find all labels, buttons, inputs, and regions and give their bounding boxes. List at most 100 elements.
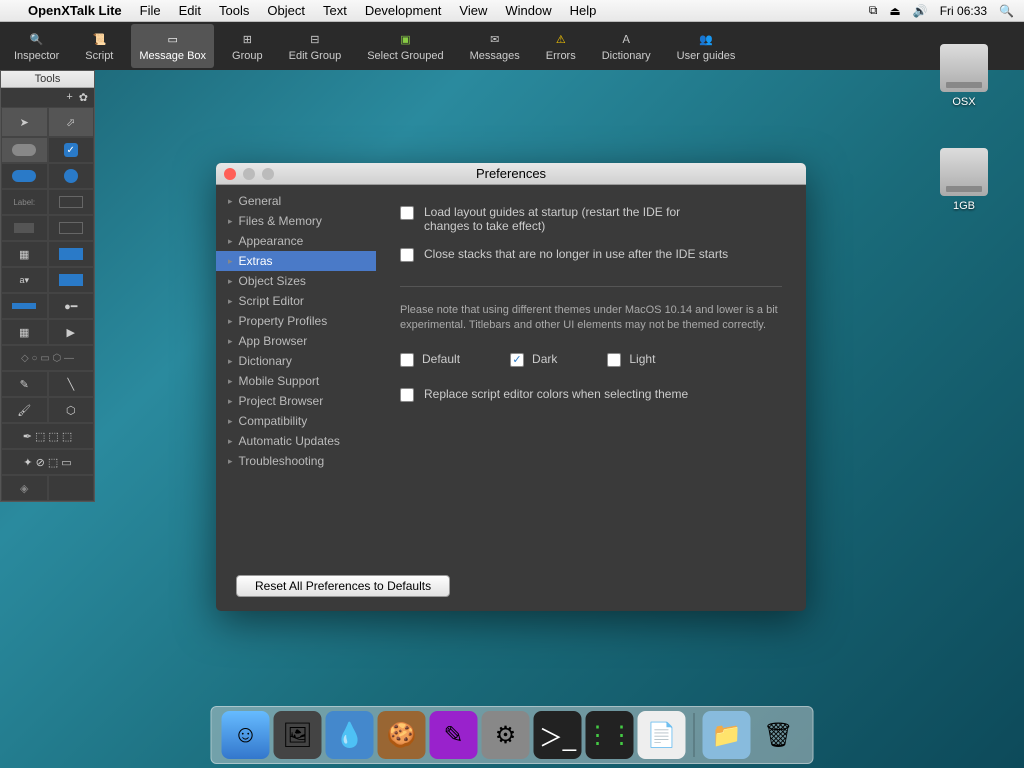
toolbar-message-box[interactable]: ▭Message Box: [131, 24, 214, 68]
sidebar-item-app-browser[interactable]: App Browser: [216, 331, 376, 351]
dock-terminal[interactable]: ＞_: [534, 711, 582, 759]
toolbar-user-guides[interactable]: 👥User guides: [669, 24, 744, 68]
eject-icon[interactable]: ⏏: [889, 4, 900, 18]
sidebar-item-troubleshooting[interactable]: Troubleshooting: [216, 451, 376, 471]
sidebar-item-project-browser[interactable]: Project Browser: [216, 391, 376, 411]
dock: ☺ 🖼 💧 🍪 ✎ ⚙ ＞_ ⋮⋮ 📄 📁 🗑: [211, 706, 814, 764]
sidebar-item-property-profiles[interactable]: Property Profiles: [216, 311, 376, 331]
menu-file[interactable]: File: [140, 3, 161, 18]
tool-checkbox[interactable]: ✓: [48, 137, 95, 163]
tool-polygon[interactable]: ⬡: [48, 397, 95, 423]
zoom-button[interactable]: [262, 168, 274, 180]
sidebar-item-compatibility[interactable]: Compatibility: [216, 411, 376, 431]
volume-icon[interactable]: 🔊: [913, 4, 928, 18]
tool-button-gray[interactable]: [1, 137, 48, 163]
tool-pencil[interactable]: ✎: [1, 371, 48, 397]
toolbar-edit-group[interactable]: ⊟Edit Group: [281, 24, 350, 68]
dock-separator: [694, 713, 695, 757]
dock-activity[interactable]: ⋮⋮: [586, 711, 634, 759]
window-title: Preferences: [216, 166, 806, 181]
dock-trash[interactable]: 🗑: [755, 711, 803, 759]
toolbar-select-grouped[interactable]: ▣Select Grouped: [359, 24, 451, 68]
checkbox-close-stacks[interactable]: [400, 248, 414, 262]
toolbar-group[interactable]: ⊞Group: [224, 24, 271, 68]
tools-gear-icon[interactable]: ✿: [79, 91, 88, 104]
tool-run-pointer[interactable]: ➤: [1, 107, 48, 137]
tool-image[interactable]: ▦: [1, 319, 48, 345]
sidebar-item-automatic-updates[interactable]: Automatic Updates: [216, 431, 376, 451]
app-name[interactable]: OpenXTalk Lite: [28, 3, 122, 18]
toolbar-inspector[interactable]: 🔍Inspector: [6, 24, 67, 68]
tool-player[interactable]: ▶: [48, 319, 95, 345]
sidebar-item-extras[interactable]: Extras: [216, 251, 376, 271]
reset-preferences-button[interactable]: Reset All Preferences to Defaults: [236, 575, 450, 597]
dock-classic[interactable]: 💧: [326, 711, 374, 759]
tool-scrolling-field[interactable]: [48, 215, 95, 241]
dock-downloads[interactable]: 📁: [703, 711, 751, 759]
dock-photos[interactable]: 🖼: [274, 711, 322, 759]
menu-object[interactable]: Object: [267, 3, 305, 18]
tool-combobox[interactable]: a▾: [1, 267, 48, 293]
theme-note: Please note that using different themes …: [400, 286, 782, 334]
desktop-drive-1gb[interactable]: 1GB: [934, 148, 994, 212]
toolbar-messages[interactable]: ✉Messages: [462, 24, 528, 68]
sidebar-item-appearance[interactable]: Appearance: [216, 231, 376, 251]
preferences-sidebar: General Files & Memory Appearance Extras…: [216, 185, 376, 565]
menu-development[interactable]: Development: [365, 3, 442, 18]
toolbar-errors[interactable]: ⚠Errors: [538, 24, 584, 68]
tool-menu[interactable]: [48, 241, 95, 267]
spotlight-icon[interactable]: 🔍: [999, 4, 1014, 18]
toolbar-dictionary[interactable]: ＡDictionary: [594, 24, 659, 68]
tools-palette: Tools + ✿ ➤ ⬀ ✓ Label: ▦ a▾ ●━ ▦ ▶ ◇ ○ ▭ …: [0, 70, 95, 502]
tool-tabbed[interactable]: ▦: [1, 241, 48, 267]
tool-field[interactable]: [48, 189, 95, 215]
sidebar-item-general[interactable]: General: [216, 191, 376, 211]
menu-text[interactable]: Text: [323, 3, 347, 18]
sidebar-item-object-sizes[interactable]: Object Sizes: [216, 271, 376, 291]
menu-help[interactable]: Help: [570, 3, 597, 18]
checkbox-theme-default[interactable]: [400, 353, 414, 367]
bluetooth-icon[interactable]: ⧉: [869, 3, 878, 18]
menu-tools[interactable]: Tools: [219, 3, 249, 18]
sidebar-item-mobile-support[interactable]: Mobile Support: [216, 371, 376, 391]
preferences-titlebar[interactable]: Preferences: [216, 163, 806, 185]
menu-window[interactable]: Window: [505, 3, 551, 18]
menubar: OpenXTalk Lite File Edit Tools Object Te…: [0, 0, 1024, 22]
dock-cookies[interactable]: 🍪: [378, 711, 426, 759]
checkbox-theme-dark[interactable]: ✓: [510, 353, 524, 367]
tool-shapes-row[interactable]: ◇ ○ ▭ ⬡ —: [1, 345, 94, 371]
tool-line[interactable]: ╲: [48, 371, 95, 397]
label-close-stacks: Close stacks that are no longer in use a…: [424, 247, 728, 261]
desktop-drive-osx[interactable]: OSX: [934, 44, 994, 108]
tool-edit-pointer[interactable]: ⬀: [48, 107, 95, 137]
tool-slider[interactable]: ●━: [48, 293, 95, 319]
menu-view[interactable]: View: [459, 3, 487, 18]
tools-titlebar[interactable]: Tools: [1, 71, 94, 88]
tools-add-icon[interactable]: +: [66, 91, 72, 104]
toolbar-script[interactable]: 📜Script: [77, 24, 121, 68]
dock-sysprefs[interactable]: ⚙: [482, 711, 530, 759]
checkbox-load-guides[interactable]: [400, 206, 414, 220]
tool-button-blue[interactable]: [1, 163, 48, 189]
clock[interactable]: Fri 06:33: [940, 4, 987, 18]
checkbox-theme-light[interactable]: [607, 353, 621, 367]
dock-finder[interactable]: ☺: [222, 711, 270, 759]
tool-paint-row2[interactable]: ✦ ⊘ ⬚ ▭: [1, 449, 94, 475]
checkbox-replace-colors[interactable]: [400, 388, 414, 402]
tool-paint-row[interactable]: ✒ ⬚ ⬚ ⬚: [1, 423, 94, 449]
dock-oxt[interactable]: ✎: [430, 711, 478, 759]
sidebar-item-files-memory[interactable]: Files & Memory: [216, 211, 376, 231]
menu-edit[interactable]: Edit: [179, 3, 201, 18]
tool-diamond[interactable]: ◈: [1, 475, 48, 501]
dock-textedit[interactable]: 📄: [638, 711, 686, 759]
tool-brush[interactable]: 🖌: [1, 397, 48, 423]
tool-radio[interactable]: [48, 163, 95, 189]
close-button[interactable]: [224, 168, 236, 180]
tool-progress[interactable]: [1, 293, 48, 319]
tool-field-label[interactable]: Label:: [1, 189, 48, 215]
tool-option[interactable]: [48, 267, 95, 293]
sidebar-item-script-editor[interactable]: Script Editor: [216, 291, 376, 311]
tool-rect[interactable]: [1, 215, 48, 241]
sidebar-item-dictionary[interactable]: Dictionary: [216, 351, 376, 371]
minimize-button[interactable]: [243, 168, 255, 180]
